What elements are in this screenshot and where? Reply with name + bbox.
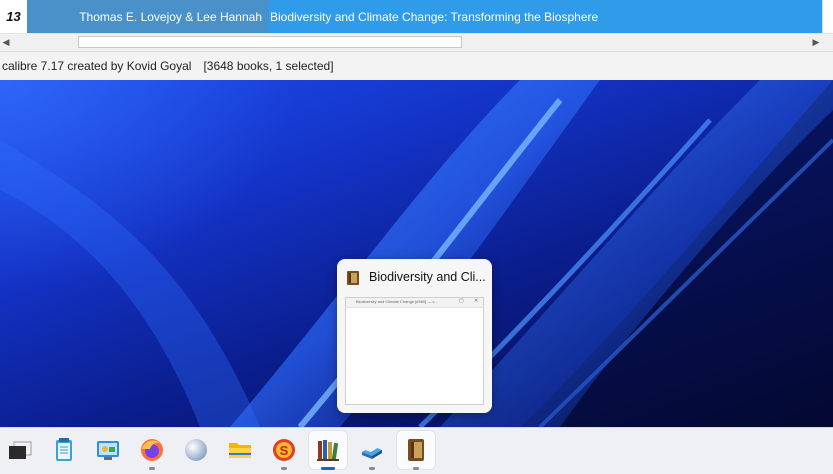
horizontal-scrollbar[interactable]: ◀ ▶ <box>0 34 833 52</box>
taskbar: S <box>0 427 833 474</box>
task-view-icon <box>9 441 32 459</box>
running-indicator <box>149 467 155 470</box>
notepad-icon <box>56 438 72 461</box>
calibre-book-button[interactable] <box>397 431 435 470</box>
running-indicator <box>281 467 287 470</box>
active-indicator <box>321 467 335 470</box>
title-cell[interactable]: Biodiversity and Climate Change: Transfo… <box>268 0 822 33</box>
author-cell[interactable]: Thomas E. Lovejoy & Lee Hannah <box>27 0 268 33</box>
scroll-left-icon[interactable]: ◀ <box>0 34 12 51</box>
scrollbar-thumb[interactable] <box>78 36 462 48</box>
calibre-book-icon <box>408 439 424 461</box>
firefox-button[interactable] <box>133 431 171 470</box>
ebook-viewer-button[interactable] <box>353 431 391 470</box>
orb-app-icon <box>185 439 207 461</box>
firefox-icon <box>141 439 163 461</box>
app-s-button[interactable]: S <box>265 431 303 470</box>
running-indicator <box>413 467 419 470</box>
calibre-library-icon <box>317 440 339 461</box>
file-explorer-icon <box>229 443 251 458</box>
calibre-ebook-viewer-icon <box>362 445 382 459</box>
preview-thumbnail[interactable]: Biodiversity and Climate Change [#560] —… <box>345 297 484 405</box>
calibre-library-button[interactable] <box>309 431 347 470</box>
preview-title: Biodiversity and Cli... <box>369 270 486 284</box>
svg-text:S: S <box>280 443 289 458</box>
taskbar-window-preview[interactable]: Biodiversity and Cli... Biodiversity and… <box>337 259 492 413</box>
notepad-button[interactable] <box>45 431 83 469</box>
task-view-button[interactable] <box>1 431 39 469</box>
file-explorer-button[interactable] <box>221 431 259 469</box>
status-bar: calibre 7.17 created by Kovid Goyal [364… <box>0 52 833 80</box>
scroll-right-icon[interactable]: ▶ <box>810 34 822 51</box>
control-panel-icon <box>97 441 119 460</box>
mini-maximize-icon: ▢ <box>459 298 464 304</box>
mini-close-icon: ✕ <box>474 298 479 304</box>
version-text: calibre 7.17 created by Kovid Goyal <box>2 59 192 73</box>
orb-app-button[interactable] <box>177 431 215 469</box>
calibre-book-icon <box>347 271 359 285</box>
book-count-text: [3648 books, 1 selected] <box>203 59 334 73</box>
row-tail <box>822 0 833 33</box>
running-indicator <box>369 467 375 470</box>
control-panel-button[interactable] <box>89 431 127 469</box>
book-list-row[interactable]: 13 Thomas E. Lovejoy & Lee Hannah Biodiv… <box>0 0 833 34</box>
row-number: 13 <box>0 0 28 33</box>
mini-title-text: Biodiversity and Climate Change [#560] —… <box>356 299 438 304</box>
app-s-icon: S <box>273 439 295 461</box>
